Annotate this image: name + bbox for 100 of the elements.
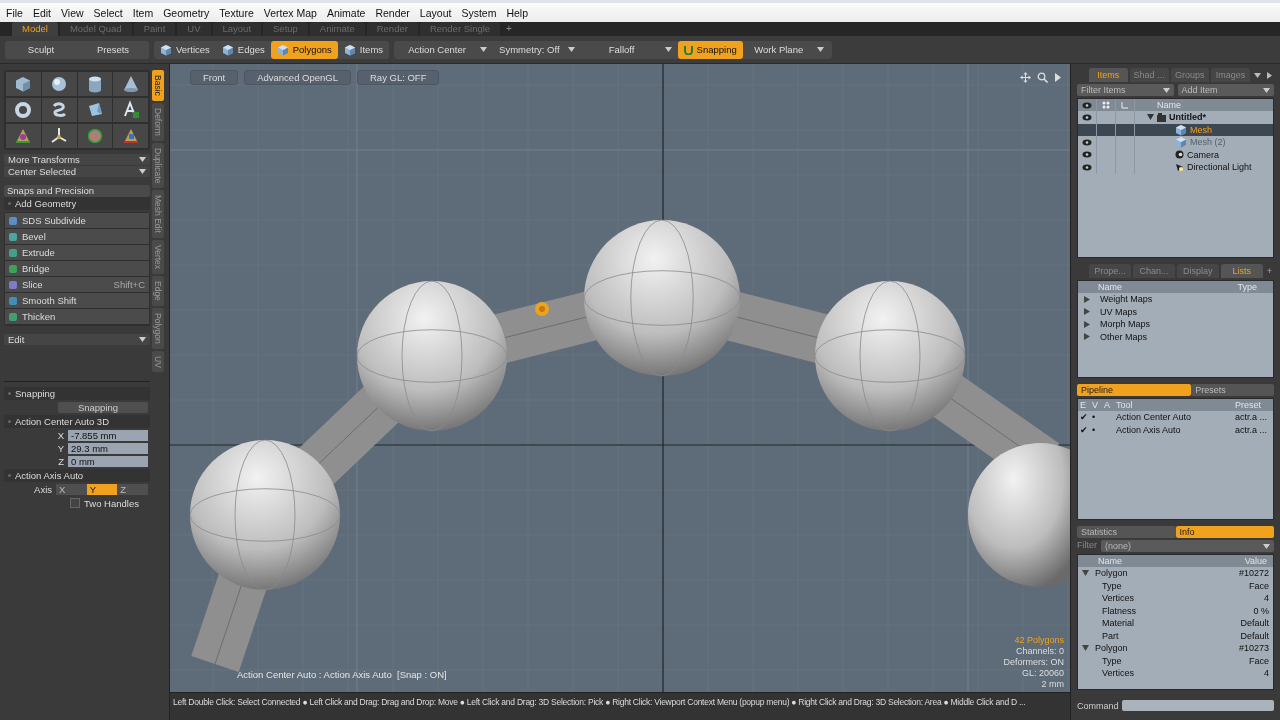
mode-button[interactable]: Items (337, 40, 390, 59)
mode-button[interactable]: Vertices (154, 40, 216, 59)
eye-icon[interactable] (1082, 163, 1092, 171)
tool-button[interactable] (77, 72, 113, 96)
expanded-arrow-icon[interactable] (1082, 570, 1089, 577)
panel-tab[interactable]: Presets (1191, 384, 1274, 396)
axis-option[interactable]: X (56, 484, 87, 495)
tool-button[interactable] (113, 98, 148, 122)
eye-icon[interactable] (1082, 151, 1092, 159)
filter-dropdown[interactable]: Filter Items (1077, 84, 1174, 96)
list-row[interactable]: Other Maps (1078, 330, 1273, 343)
table-cell-text: Action Center Auto (1115, 412, 1193, 423)
layout-tab[interactable]: Model (12, 22, 58, 36)
filter-dropdown[interactable]: (none) (1101, 540, 1274, 552)
scroll-right-icon[interactable] (1265, 71, 1274, 79)
dropdown[interactable]: Edit (4, 334, 150, 345)
add-tab-button[interactable]: + (1264, 266, 1274, 276)
menu-item[interactable]: Texture (216, 6, 261, 19)
table-cell: Part (1102, 630, 1119, 641)
tool-list-item[interactable]: Bridge (5, 261, 149, 276)
snapping-toggle[interactable]: Snapping (677, 40, 743, 59)
side-tab[interactable]: Basic (152, 70, 164, 101)
tool-button[interactable] (77, 98, 113, 122)
dropdown[interactable]: Action Center (396, 40, 494, 59)
panel-tab[interactable]: Lists (1220, 264, 1263, 278)
menu-item[interactable]: File (3, 6, 30, 19)
menu-item[interactable]: System (458, 6, 504, 19)
tree-item[interactable]: Untitled* (1078, 111, 1273, 124)
viewport-button[interactable]: Advanced OpenGL (244, 70, 351, 85)
expanded-arrow-icon[interactable] (1082, 645, 1089, 652)
expanded-arrow-icon[interactable] (1147, 114, 1154, 121)
menu-item[interactable]: Layout (416, 6, 459, 19)
tool-button[interactable] (113, 72, 148, 96)
axis-option[interactable]: Y (86, 484, 118, 495)
eye-icon[interactable] (1082, 101, 1092, 109)
add-tab-button[interactable]: + (502, 22, 516, 36)
coordinate-field[interactable]: -7.855 mm (68, 430, 148, 441)
mode-button[interactable]: Edges (215, 40, 271, 59)
toolbar-button[interactable]: Presets (77, 40, 149, 59)
tree-item[interactable]: Mesh (1078, 123, 1273, 136)
caret-icon (816, 47, 824, 52)
add-item-dropdown[interactable]: Add Item (1177, 84, 1274, 96)
coordinate-field[interactable]: 29.3 mm (68, 443, 148, 454)
menu-arrow-icon[interactable] (1252, 72, 1263, 78)
axis-option[interactable]: Z (117, 484, 148, 495)
section-header[interactable]: Snaps and Precision (4, 185, 150, 197)
menu-item[interactable]: Item (129, 6, 161, 19)
snapping-button[interactable]: Snapping (58, 402, 148, 413)
mode-button[interactable]: Polygons (270, 40, 338, 59)
tool-list-item[interactable]: Bevel (5, 229, 149, 244)
list-row[interactable]: UV Maps (1078, 305, 1273, 318)
dropdown[interactable]: Center Selected (4, 166, 150, 177)
menu-item[interactable]: Geometry (160, 6, 217, 19)
menu-item[interactable]: Render (372, 6, 417, 19)
menu-item[interactable]: View (58, 6, 91, 19)
toolbar-button[interactable]: Sculpt (5, 40, 77, 59)
menu-item[interactable]: Select (90, 6, 130, 19)
caret-icon (1162, 87, 1170, 93)
tool-button[interactable] (6, 72, 41, 96)
dropdown[interactable]: Work Plane (742, 40, 830, 59)
tree-item[interactable]: Camera (1078, 148, 1273, 161)
move-icon[interactable] (1020, 72, 1031, 83)
panel-tab[interactable]: Info (1175, 526, 1274, 538)
tool-list-item[interactable]: Smooth Shift (5, 293, 149, 308)
torus-icon (13, 100, 34, 120)
dots-icon[interactable] (1102, 101, 1110, 109)
coordinate-field[interactable]: 0 mm (68, 456, 148, 467)
menu-item[interactable]: Animate (323, 6, 373, 19)
checkbox[interactable] (70, 498, 80, 508)
tool-list-item[interactable]: Thicken (5, 309, 149, 324)
menu-item[interactable]: Edit (29, 6, 58, 19)
search-icon[interactable] (1037, 72, 1048, 83)
tree-item[interactable]: Directional Light (1078, 161, 1273, 174)
tool-list-item[interactable]: Extrude (5, 245, 149, 260)
table-cell-text: 0 % (1253, 605, 1270, 616)
menu-item[interactable]: Vertex Map (260, 6, 324, 19)
arrow-right-icon[interactable] (1054, 72, 1062, 83)
list-row[interactable]: Weight Maps (1078, 293, 1273, 306)
tool-list-item[interactable]: SDS Subdivide (5, 213, 149, 228)
dropdown[interactable]: Symmetry: Off (493, 40, 581, 59)
panel-tab[interactable]: Pipeline (1077, 384, 1192, 396)
tool-button[interactable] (41, 72, 77, 96)
tool-button[interactable] (6, 98, 41, 122)
dropdown[interactable]: More Transforms (4, 154, 150, 165)
handle-icon[interactable] (535, 302, 549, 316)
tool-button[interactable] (41, 98, 77, 122)
viewport-button[interactable]: Ray GL: OFF (357, 70, 440, 85)
dropdown[interactable]: Falloff (580, 40, 678, 59)
eye-icon[interactable] (1082, 113, 1092, 121)
viewport-button[interactable]: Front (190, 70, 239, 85)
camera-icon (1175, 150, 1184, 160)
tool-button[interactable] (41, 124, 77, 148)
command-field[interactable] (1121, 700, 1274, 711)
tool-list-item[interactable]: Slice Shift+C (5, 277, 149, 292)
menu-item[interactable]: Help (503, 6, 535, 19)
panel-tab[interactable]: Statistics (1077, 526, 1176, 538)
list-row[interactable]: Morph Maps (1078, 318, 1273, 331)
panel-tab[interactable]: Items (1089, 68, 1128, 82)
tool-label: Bridge (22, 263, 50, 274)
geometry-tool-icon (8, 215, 18, 226)
